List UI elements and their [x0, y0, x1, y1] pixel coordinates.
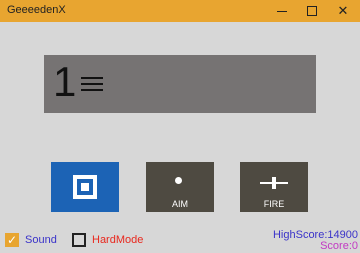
hardmode-label: HardMode	[92, 234, 144, 246]
aim-button[interactable]: AIM	[146, 162, 214, 212]
check-icon: ✓	[6, 233, 18, 247]
minimize-button[interactable]	[267, 0, 297, 22]
fire-label: FIRE	[263, 199, 285, 209]
app-window: GeeeedenX ✕ 1 AIM FIRE ✓ Sound HardMode …	[0, 0, 360, 253]
game-display: 1	[44, 55, 316, 113]
close-button[interactable]: ✕	[328, 0, 358, 22]
crosshair-icon	[260, 177, 288, 189]
hardmode-checkbox[interactable]	[72, 233, 86, 247]
minimize-icon	[277, 10, 287, 12]
title-bar: GeeeedenX ✕	[0, 0, 360, 22]
sound-checkbox[interactable]: ✓	[5, 233, 19, 247]
sound-toggle[interactable]: ✓ Sound	[5, 232, 57, 248]
hardmode-toggle[interactable]: HardMode	[72, 232, 143, 248]
window-title: GeeeedenX	[7, 4, 66, 16]
maximize-button[interactable]	[297, 0, 327, 22]
aim-label: AIM	[171, 199, 188, 209]
menu-icon	[81, 77, 103, 91]
stop-square-icon	[73, 175, 97, 199]
display-number: 1	[53, 58, 77, 105]
stop-button[interactable]	[51, 162, 119, 212]
dot-icon	[175, 177, 182, 184]
maximize-icon	[307, 6, 317, 16]
close-icon: ✕	[337, 3, 349, 19]
sound-label: Sound	[25, 234, 57, 246]
fire-button[interactable]: FIRE	[240, 162, 308, 212]
score-text: Score:0	[320, 240, 358, 252]
